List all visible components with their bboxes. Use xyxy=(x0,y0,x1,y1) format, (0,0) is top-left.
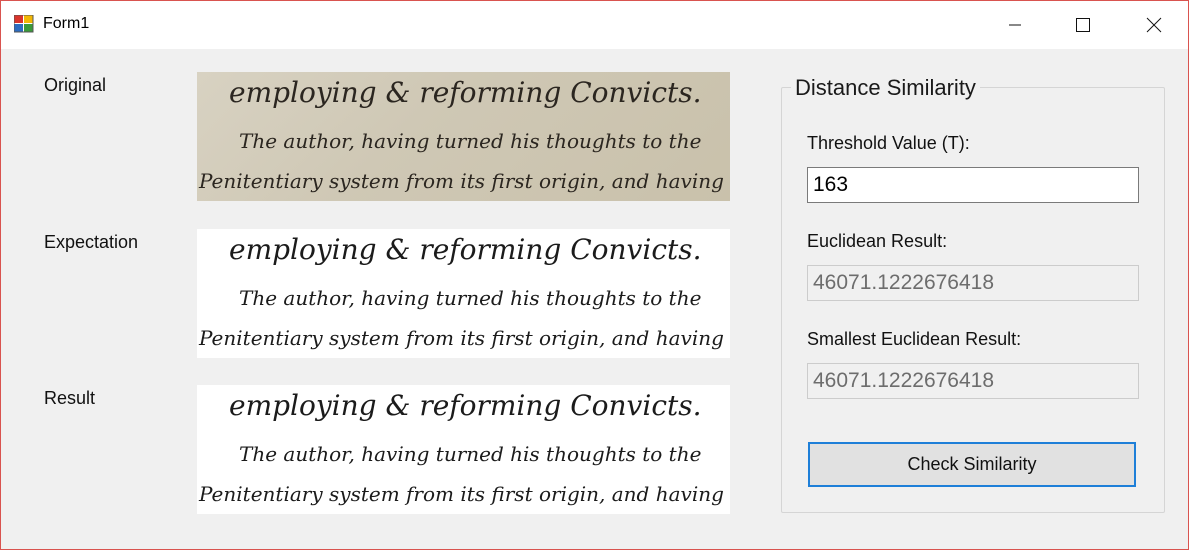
form-client-area: Original employing & reforming Convicts.… xyxy=(1,49,1188,549)
handwriting-line-2: The author, having turned his thoughts t… xyxy=(239,286,701,310)
minimize-button[interactable] xyxy=(996,1,1042,47)
smallest-euclidean-label: Smallest Euclidean Result: xyxy=(807,329,1022,349)
handwriting-line-1: employing & reforming Convicts. xyxy=(229,389,702,422)
handwriting-line-3: Penitentiary system from its first origi… xyxy=(198,169,724,193)
original-label: Original xyxy=(44,75,107,95)
close-button[interactable] xyxy=(1131,1,1177,47)
threshold-input[interactable] xyxy=(807,167,1139,203)
original-image: employing & reforming Convicts. The auth… xyxy=(197,72,730,201)
euclidean-result-label: Euclidean Result: xyxy=(807,231,948,251)
handwriting-line-2: The author, having turned his thoughts t… xyxy=(239,129,701,153)
minimize-icon xyxy=(1009,24,1021,26)
close-icon xyxy=(1146,17,1162,33)
main-window: Form1 Original employing & reforming Con… xyxy=(0,0,1189,550)
handwriting-line-3: Penitentiary system from its first origi… xyxy=(198,326,724,350)
result-image: employing & reforming Convicts. The auth… xyxy=(197,385,730,514)
smallest-euclidean-field xyxy=(807,363,1139,399)
form-app-icon xyxy=(13,14,34,33)
handwriting-line-3: Penitentiary system from its first origi… xyxy=(198,482,724,506)
euclidean-result-field xyxy=(807,265,1139,301)
title-bar[interactable]: Form1 xyxy=(1,1,1188,49)
maximize-button[interactable] xyxy=(1060,1,1106,47)
result-label: Result xyxy=(44,388,96,408)
maximize-icon xyxy=(1076,18,1090,32)
check-similarity-button[interactable]: Check Similarity xyxy=(808,442,1136,487)
expectation-label: Expectation xyxy=(44,232,139,252)
threshold-label: Threshold Value (T): xyxy=(807,133,970,153)
expectation-image: employing & reforming Convicts. The auth… xyxy=(197,229,730,358)
window-title: Form1 xyxy=(43,15,90,32)
handwriting-line-1: employing & reforming Convicts. xyxy=(229,233,702,266)
handwriting-line-1: employing & reforming Convicts. xyxy=(229,76,702,109)
handwriting-line-2: The author, having turned his thoughts t… xyxy=(239,442,701,466)
groupbox-title: Distance Similarity xyxy=(791,75,980,101)
